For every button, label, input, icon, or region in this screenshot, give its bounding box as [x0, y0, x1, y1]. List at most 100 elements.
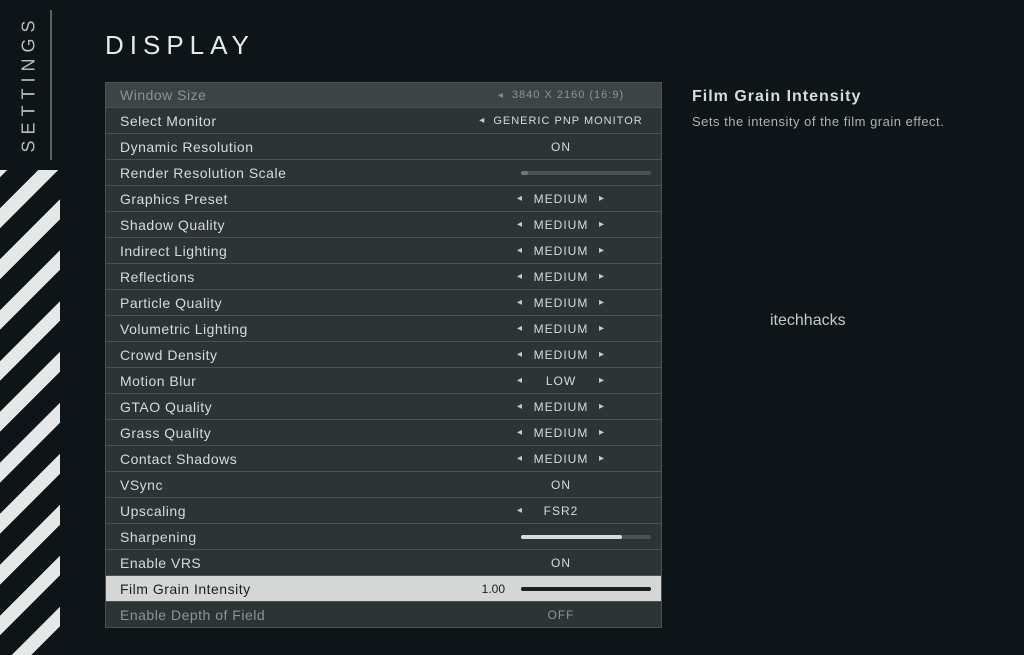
option-slider[interactable]: 1.00: [451, 582, 651, 596]
row-dynamic-resolution[interactable]: Dynamic Resolution ON: [106, 134, 661, 160]
row-label: Enable Depth of Field: [120, 607, 471, 623]
chevron-left-icon[interactable]: ◂: [517, 245, 523, 256]
settings-panel: Window Size ◂ 3840 X 2160 (16:9) Select …: [105, 82, 662, 628]
row-vsync[interactable]: VSync ON: [106, 472, 661, 498]
chevron-left-icon[interactable]: ◂: [517, 219, 523, 230]
row-label: Grass Quality: [120, 425, 471, 441]
hazard-stripes: [0, 170, 60, 655]
chevron-right-icon[interactable]: ▸: [599, 427, 605, 438]
settings-sidebar-label: SETTINGS: [8, 8, 50, 158]
row-graphics-preset[interactable]: Graphics Preset ◂ MEDIUM ▸: [106, 186, 661, 212]
option-value[interactable]: ON: [471, 556, 651, 570]
row-label: GTAO Quality: [120, 399, 471, 415]
option-selector[interactable]: ◂ MEDIUM ▸: [471, 322, 651, 336]
chevron-left-icon[interactable]: ◂: [517, 349, 523, 360]
chevron-left-icon[interactable]: ◂: [517, 505, 523, 516]
option-value[interactable]: ON: [471, 478, 651, 492]
row-label: Motion Blur: [120, 373, 471, 389]
description-title: Film Grain Intensity: [692, 88, 1002, 106]
row-label: Enable VRS: [120, 555, 471, 571]
chevron-right-icon[interactable]: ▸: [599, 271, 605, 282]
option-selector[interactable]: ◂ FSR2 ▸: [471, 504, 651, 518]
chevron-left-icon[interactable]: ◂: [517, 193, 523, 204]
chevron-right-icon[interactable]: ▸: [599, 193, 605, 204]
row-label: Volumetric Lighting: [120, 321, 471, 337]
chevron-right-icon[interactable]: ▸: [599, 219, 605, 230]
chevron-left-icon[interactable]: ◂: [517, 323, 523, 334]
chevron-right-icon[interactable]: ▸: [599, 349, 605, 360]
row-label: Particle Quality: [120, 295, 471, 311]
row-indirect-lighting[interactable]: Indirect Lighting ◂ MEDIUM ▸: [106, 238, 661, 264]
description-body: Sets the intensity of the film grain eff…: [692, 114, 1002, 129]
option-selector[interactable]: ◂ MEDIUM ▸: [471, 218, 651, 232]
row-label: Window Size: [120, 87, 471, 103]
chevron-right-icon[interactable]: ▸: [599, 297, 605, 308]
row-sharpening[interactable]: Sharpening: [106, 524, 661, 550]
row-select-monitor[interactable]: Select Monitor ◂ GENERIC PNP MONITOR: [106, 108, 661, 134]
option-selector[interactable]: ◂ MEDIUM ▸: [471, 244, 651, 258]
chevron-left-icon[interactable]: ◂: [479, 115, 485, 126]
row-label: Contact Shadows: [120, 451, 471, 467]
row-volumetric-lighting[interactable]: Volumetric Lighting ◂ MEDIUM ▸: [106, 316, 661, 342]
option-selector[interactable]: ◂ LOW ▸: [471, 374, 651, 388]
row-label: VSync: [120, 477, 471, 493]
chevron-right-icon[interactable]: ▸: [599, 245, 605, 256]
chevron-left-icon[interactable]: ◂: [517, 427, 523, 438]
row-label: Reflections: [120, 269, 471, 285]
option-selector[interactable]: ◂ MEDIUM ▸: [471, 400, 651, 414]
slider-track[interactable]: [521, 587, 651, 591]
watermark: itechhacks: [770, 312, 846, 330]
slider-track[interactable]: [521, 171, 651, 175]
option-selector[interactable]: ◂ MEDIUM ▸: [471, 452, 651, 466]
chevron-right-icon[interactable]: ▸: [599, 453, 605, 464]
chevron-left-icon[interactable]: ◂: [517, 271, 523, 282]
row-film-grain-intensity[interactable]: Film Grain Intensity 1.00: [106, 576, 661, 602]
option-description: Film Grain Intensity Sets the intensity …: [692, 88, 1002, 129]
row-label: Upscaling: [120, 503, 471, 519]
option-value: ◂ 3840 X 2160 (16:9): [471, 89, 651, 101]
row-label: Shadow Quality: [120, 217, 471, 233]
row-label: Sharpening: [120, 529, 471, 545]
slider-value: 1.00: [482, 582, 505, 596]
row-motion-blur[interactable]: Motion Blur ◂ LOW ▸: [106, 368, 661, 394]
row-upscaling[interactable]: Upscaling ◂ FSR2 ▸: [106, 498, 661, 524]
option-slider[interactable]: [471, 535, 651, 539]
row-label: Select Monitor: [120, 113, 471, 129]
option-selector[interactable]: ◂ MEDIUM ▸: [471, 348, 651, 362]
chevron-left-icon[interactable]: ◂: [517, 375, 523, 386]
row-crowd-density[interactable]: Crowd Density ◂ MEDIUM ▸: [106, 342, 661, 368]
row-grass-quality[interactable]: Grass Quality ◂ MEDIUM ▸: [106, 420, 661, 446]
option-selector[interactable]: ◂ MEDIUM ▸: [471, 426, 651, 440]
row-label: Crowd Density: [120, 347, 471, 363]
chevron-right-icon[interactable]: ▸: [599, 401, 605, 412]
sidebar-divider: [50, 10, 52, 160]
chevron-right-icon[interactable]: ▸: [599, 323, 605, 334]
row-enable-vrs[interactable]: Enable VRS ON: [106, 550, 661, 576]
option-selector[interactable]: ◂ MEDIUM ▸: [471, 192, 651, 206]
option-selector[interactable]: ◂ MEDIUM ▸: [471, 270, 651, 284]
row-gtao-quality[interactable]: GTAO Quality ◂ MEDIUM ▸: [106, 394, 661, 420]
option-slider[interactable]: [471, 171, 651, 175]
option-value[interactable]: ON: [471, 140, 651, 154]
chevron-left-icon[interactable]: ◂: [517, 297, 523, 308]
chevron-left-icon[interactable]: ◂: [517, 401, 523, 412]
chevron-left-icon: ◂: [498, 90, 504, 101]
chevron-left-icon[interactable]: ◂: [517, 453, 523, 464]
row-contact-shadows[interactable]: Contact Shadows ◂ MEDIUM ▸: [106, 446, 661, 472]
page-title: DISPLAY: [105, 30, 255, 61]
option-value[interactable]: OFF: [471, 608, 651, 622]
slider-track[interactable]: [521, 535, 651, 539]
option-selector[interactable]: ◂ MEDIUM ▸: [471, 296, 651, 310]
row-label: Render Resolution Scale: [120, 165, 471, 181]
row-label: Dynamic Resolution: [120, 139, 471, 155]
row-window-size: Window Size ◂ 3840 X 2160 (16:9): [106, 83, 661, 108]
row-shadow-quality[interactable]: Shadow Quality ◂ MEDIUM ▸: [106, 212, 661, 238]
option-selector[interactable]: ◂ GENERIC PNP MONITOR: [471, 115, 651, 127]
chevron-right-icon[interactable]: ▸: [599, 375, 605, 386]
row-render-resolution-scale[interactable]: Render Resolution Scale: [106, 160, 661, 186]
row-enable-depth-of-field[interactable]: Enable Depth of Field OFF: [106, 602, 661, 628]
row-label: Film Grain Intensity: [120, 581, 451, 597]
row-reflections[interactable]: Reflections ◂ MEDIUM ▸: [106, 264, 661, 290]
row-particle-quality[interactable]: Particle Quality ◂ MEDIUM ▸: [106, 290, 661, 316]
row-label: Indirect Lighting: [120, 243, 471, 259]
